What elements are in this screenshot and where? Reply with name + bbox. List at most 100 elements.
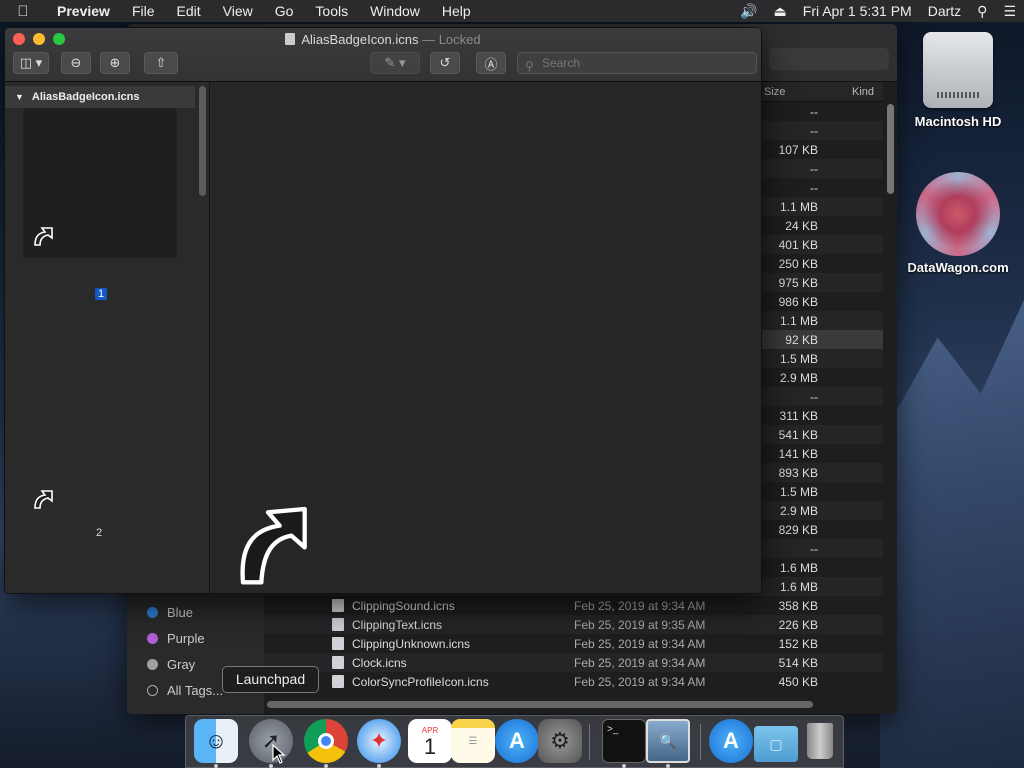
tag-color-dot	[147, 658, 158, 670]
dock-system-preferences[interactable]: ⚙	[538, 719, 582, 763]
apple-menu-icon[interactable]: 	[0, 3, 46, 20]
menu-file[interactable]: File	[121, 3, 166, 19]
file-name: ClippingSound.icns	[352, 599, 455, 613]
sidebar-scrollbar[interactable]	[199, 86, 206, 196]
alias-arrow-icon	[34, 227, 53, 246]
dock-launchpad[interactable]: ➚	[249, 719, 293, 763]
alias-badge-image	[240, 506, 307, 585]
desktop-icon-macintosh-hd[interactable]: Macintosh HD	[903, 32, 1013, 129]
table-row[interactable]: ClippingUnknown.icns Feb 25, 2019 at 9:34…	[264, 634, 883, 653]
running-indicator	[214, 764, 218, 768]
dock-preview[interactable]: 🔍	[646, 719, 690, 763]
zoom-out-button[interactable]: ⊖	[61, 52, 91, 74]
dock-terminal[interactable]: >_	[602, 719, 646, 763]
horizontal-scrollbar[interactable]	[267, 701, 813, 708]
spotlight-search-icon[interactable]: ⚲	[969, 3, 995, 20]
table-row[interactable]: ColorSyncProfileIcon.icns Feb 25, 2019 at…	[264, 672, 883, 691]
share-button[interactable]: ⇧	[144, 52, 178, 74]
file-size: 986 KB	[778, 295, 818, 309]
menu-help[interactable]: Help	[431, 3, 482, 19]
highlighter-icon: ✎ ▾	[384, 55, 406, 70]
file-size: 1.6 MB	[779, 580, 818, 594]
table-row[interactable]: ClippingSound.icns Feb 25, 2019 at 9:34 A…	[264, 596, 883, 615]
preview-photo-icon: 🔍	[659, 732, 677, 749]
notification-center-icon[interactable]: ☰	[995, 3, 1024, 20]
dock-applications-folder[interactable]: A	[709, 719, 753, 763]
file-size: 1.1 MB	[779, 200, 818, 214]
sidebar-file-name: AliasBadgeIcon.icns	[31, 91, 140, 103]
mountain-wallpaper	[880, 300, 1024, 768]
file-name: ColorSyncProfileIcon.icns	[352, 675, 489, 689]
dock-notes[interactable]: ☰	[451, 719, 495, 763]
column-size[interactable]: Size	[764, 86, 785, 98]
menu-edit[interactable]: Edit	[166, 3, 212, 19]
folder-icon: ▢	[769, 735, 783, 752]
trash-icon	[807, 723, 833, 759]
zoom-in-button[interactable]: ⊕	[100, 52, 130, 74]
menu-app-name[interactable]: Preview	[46, 3, 121, 19]
menu-tools[interactable]: Tools	[304, 3, 359, 19]
file-size: 311 KB	[779, 409, 818, 423]
page-thumbnail-2[interactable]	[31, 487, 55, 511]
file-size: --	[810, 105, 818, 119]
menu-window[interactable]: Window	[359, 3, 431, 19]
markup-button[interactable]: Ⓐ	[476, 52, 506, 74]
file-name: ClippingText.icns	[352, 618, 443, 632]
running-indicator	[666, 764, 670, 768]
dock-app-store[interactable]: A	[495, 719, 539, 763]
running-indicator	[269, 764, 273, 768]
notes-icon: ☰	[468, 735, 478, 747]
file-date: Feb 25, 2019 at 9:34 AM	[574, 675, 706, 689]
dock-trash[interactable]	[798, 719, 842, 763]
file-size: 226 KB	[778, 618, 818, 632]
tag-color-dot	[147, 684, 158, 696]
eject-icon[interactable]: ⏏	[766, 3, 795, 20]
datawagon-logo-icon	[916, 172, 1000, 256]
file-size: 24 KB	[785, 219, 818, 233]
sidebar-icon: ◫ ▾	[19, 55, 43, 70]
dock-chrome[interactable]	[304, 719, 348, 763]
desktop-icon-datawagon[interactable]: DataWagon.com	[903, 172, 1013, 275]
search-input[interactable]: ⚲ Search	[517, 52, 757, 74]
sidebar-toggle-button[interactable]: ◫ ▾	[13, 52, 49, 74]
highlight-button[interactable]: ✎ ▾	[370, 52, 420, 74]
column-kind[interactable]: Kind	[852, 86, 874, 98]
finder-search-field[interactable]	[769, 48, 889, 70]
vertical-scrollbar[interactable]	[887, 104, 894, 194]
menu-view[interactable]: View	[212, 3, 264, 19]
volume-icon[interactable]: 🔊	[732, 3, 765, 20]
rotate-button[interactable]: ↺	[430, 52, 460, 74]
file-size: 141 KB	[778, 447, 818, 461]
user-name[interactable]: Dartz	[920, 3, 969, 19]
window-title-filename: AliasBadgeIcon.icns	[301, 32, 419, 47]
finder-icon: ☺	[204, 728, 228, 753]
file-size: --	[810, 181, 818, 195]
file-size: 1.6 MB	[779, 561, 818, 575]
disclosure-triangle-icon[interactable]: ▼	[15, 92, 24, 102]
file-size: 358 KB	[778, 599, 818, 613]
sidebar-file-header[interactable]: ▼ AliasBadgeIcon.icns	[5, 86, 195, 108]
zoom-out-icon: ⊖	[70, 55, 82, 70]
sidebar-tag[interactable]: Blue	[127, 599, 264, 625]
document-icon	[285, 33, 296, 45]
table-row[interactable]: Clock.icnsFeb 25, 2019 at 9:34 AM514 KBA…	[264, 653, 883, 672]
file-size: --	[810, 162, 818, 176]
running-indicator	[622, 764, 626, 768]
tag-label: Purple	[167, 630, 205, 646]
dock-finder[interactable]: ☺	[194, 719, 238, 763]
menu-go[interactable]: Go	[264, 3, 305, 19]
file-size: 541 KB	[778, 428, 818, 442]
clock-datetime[interactable]: Fri Apr 1 5:31 PM	[795, 3, 920, 19]
table-row[interactable]: ClippingText.icns Feb 25, 2019 at 9:35 AM…	[264, 615, 883, 634]
locked-status[interactable]: — Locked	[422, 32, 481, 47]
dock-calendar[interactable]: APR 1	[408, 719, 452, 763]
sidebar-tag[interactable]: Purple	[127, 625, 264, 651]
file-date: Feb 25, 2019 at 9:35 AM	[574, 618, 706, 632]
page-thumbnail-1[interactable]	[23, 108, 177, 258]
dock-downloads-folder[interactable]: ▢	[754, 726, 798, 762]
dock-safari[interactable]: ✦	[357, 719, 401, 763]
file-size: 975 KB	[778, 276, 818, 290]
desktop-icon-label: DataWagon.com	[907, 260, 1009, 275]
file-size: 107 KB	[778, 143, 818, 157]
terminal-icon: >_	[607, 724, 619, 735]
